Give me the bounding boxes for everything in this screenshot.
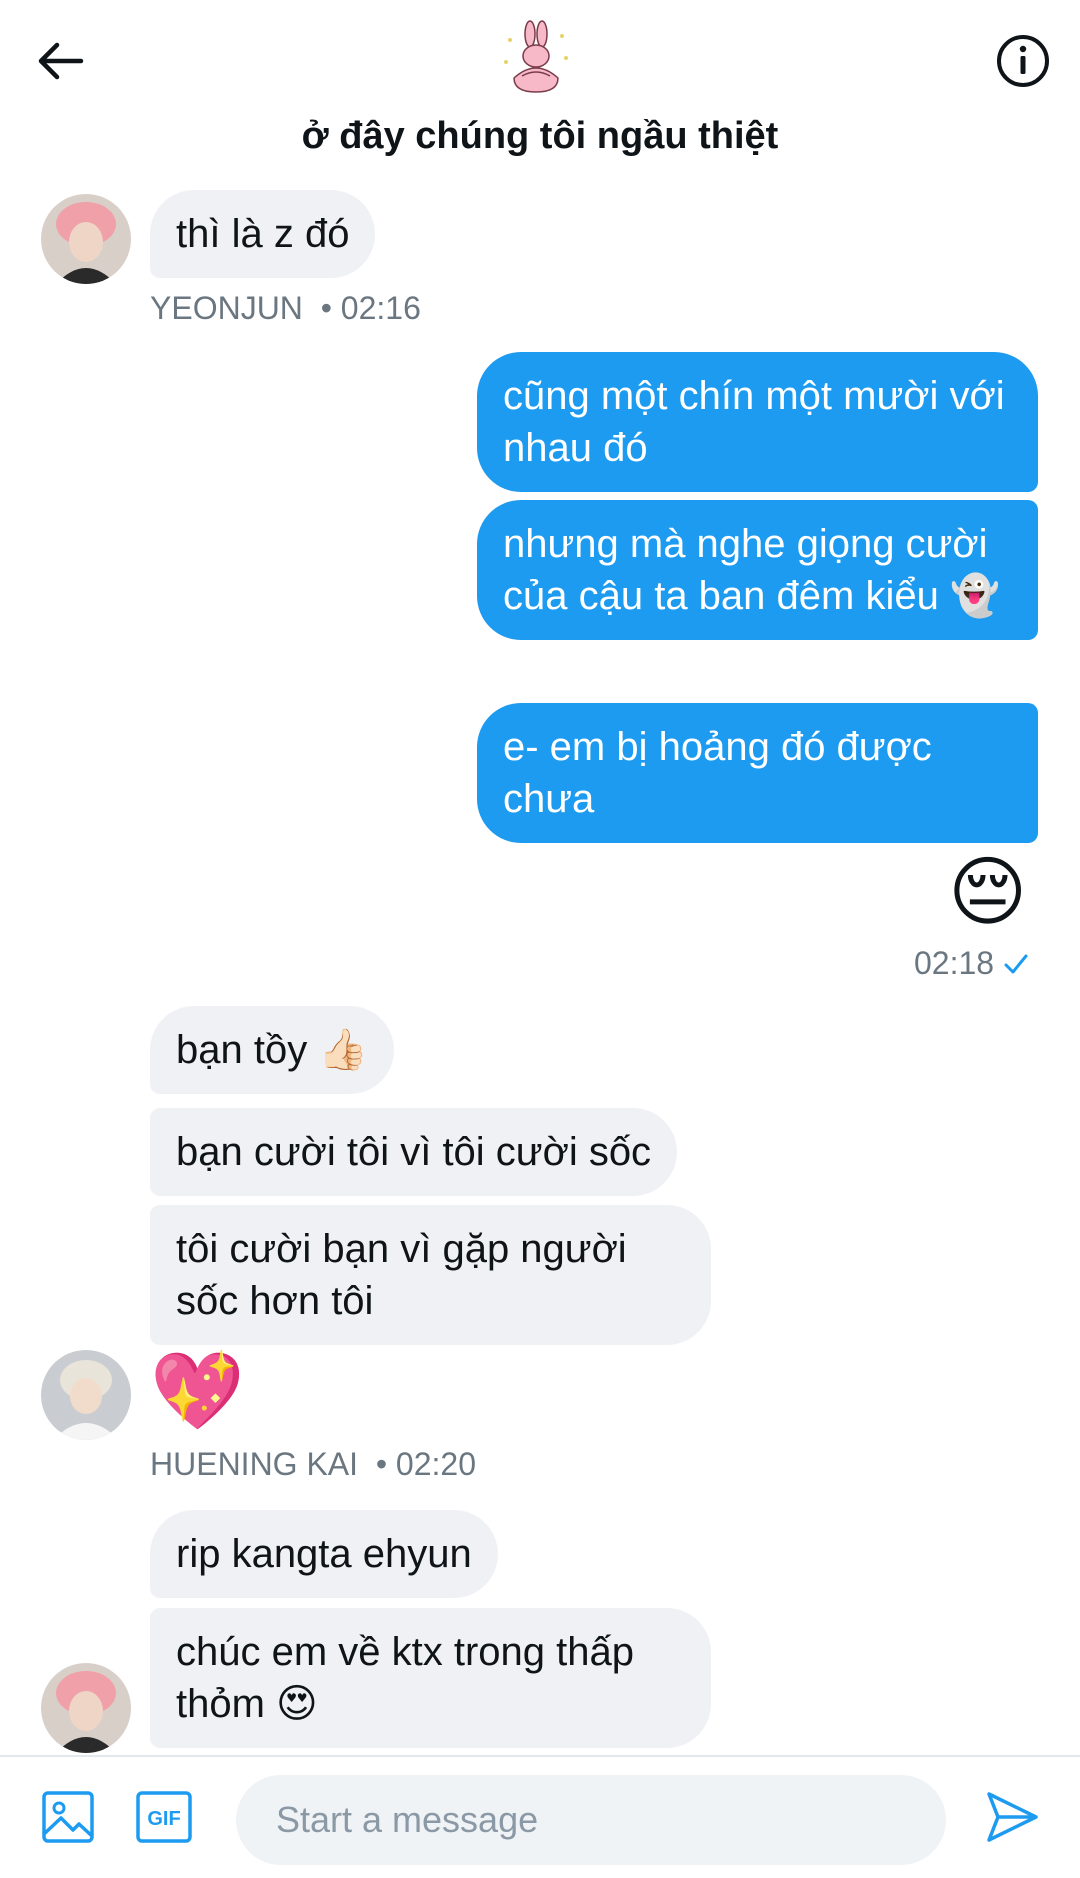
message-input[interactable] <box>236 1775 946 1865</box>
message-bubble-sent[interactable]: cũng một chín một mười với nhau đó <box>477 352 1038 492</box>
info-icon <box>997 35 1049 87</box>
message-bubble-received[interactable]: bạn tồy 👍🏻 <box>150 1006 395 1094</box>
avatar-yeonjun[interactable] <box>41 1663 131 1753</box>
sent-time: 02:18 <box>914 945 995 981</box>
message-composer: GIF <box>0 1755 1080 1878</box>
message-bubble-sent[interactable]: e- em bị hoảng đó được chưa <box>477 703 1038 843</box>
check-icon <box>1004 954 1028 973</box>
chat-header: ở đây chúng tôi ngầu thiệt <box>0 0 1080 180</box>
avatar-image <box>41 194 131 284</box>
message-emoji-sent[interactable]: 😔 <box>948 848 1027 938</box>
message-meta-huening-kai: HUENING KAI • 02:20 <box>150 1446 476 1482</box>
send-icon <box>987 1792 1038 1842</box>
message-bubble-received[interactable]: bạn cười tôi vì tôi cười sốc <box>150 1108 678 1196</box>
conversation-title: ở đây chúng tôi ngầu thiệt <box>301 115 779 157</box>
message-meta-sent: 02:18 <box>914 945 1030 982</box>
group-avatar[interactable] <box>496 18 576 98</box>
message-meta-yeonjun: YEONJUN • 02:16 <box>150 290 421 326</box>
add-image-button[interactable] <box>38 1787 98 1847</box>
message-bubble-received[interactable]: tôi cười bạn vì gặp người sốc hơn tôi <box>150 1205 711 1345</box>
conversation-info-button[interactable] <box>992 30 1054 92</box>
avatar-huening-kai[interactable] <box>41 1350 131 1440</box>
back-arrow-icon <box>38 42 84 80</box>
avatar-image <box>41 1663 131 1753</box>
message-bubble-received[interactable]: thì là z đó <box>150 190 376 278</box>
image-icon <box>42 1791 94 1843</box>
message-bubble-received[interactable]: rip kangta ehyun <box>150 1510 498 1598</box>
add-gif-button[interactable]: GIF <box>134 1787 194 1847</box>
message-bubble-received[interactable]: chúc em về ktx trong thấp thỏm 😍 <box>150 1608 711 1748</box>
gif-label: GIF <box>147 1808 180 1830</box>
avatar-image <box>41 1350 131 1440</box>
send-button[interactable] <box>982 1787 1042 1847</box>
avatar-yeonjun[interactable] <box>41 194 131 284</box>
bunny-sticker-icon <box>504 20 568 93</box>
gif-icon: GIF <box>136 1791 192 1843</box>
message-bubble-sent[interactable]: nhưng mà nghe giọng cười của cậu ta ban … <box>477 500 1038 640</box>
message-emoji-received[interactable]: 💖 <box>150 1347 245 1437</box>
back-button[interactable] <box>30 30 92 92</box>
